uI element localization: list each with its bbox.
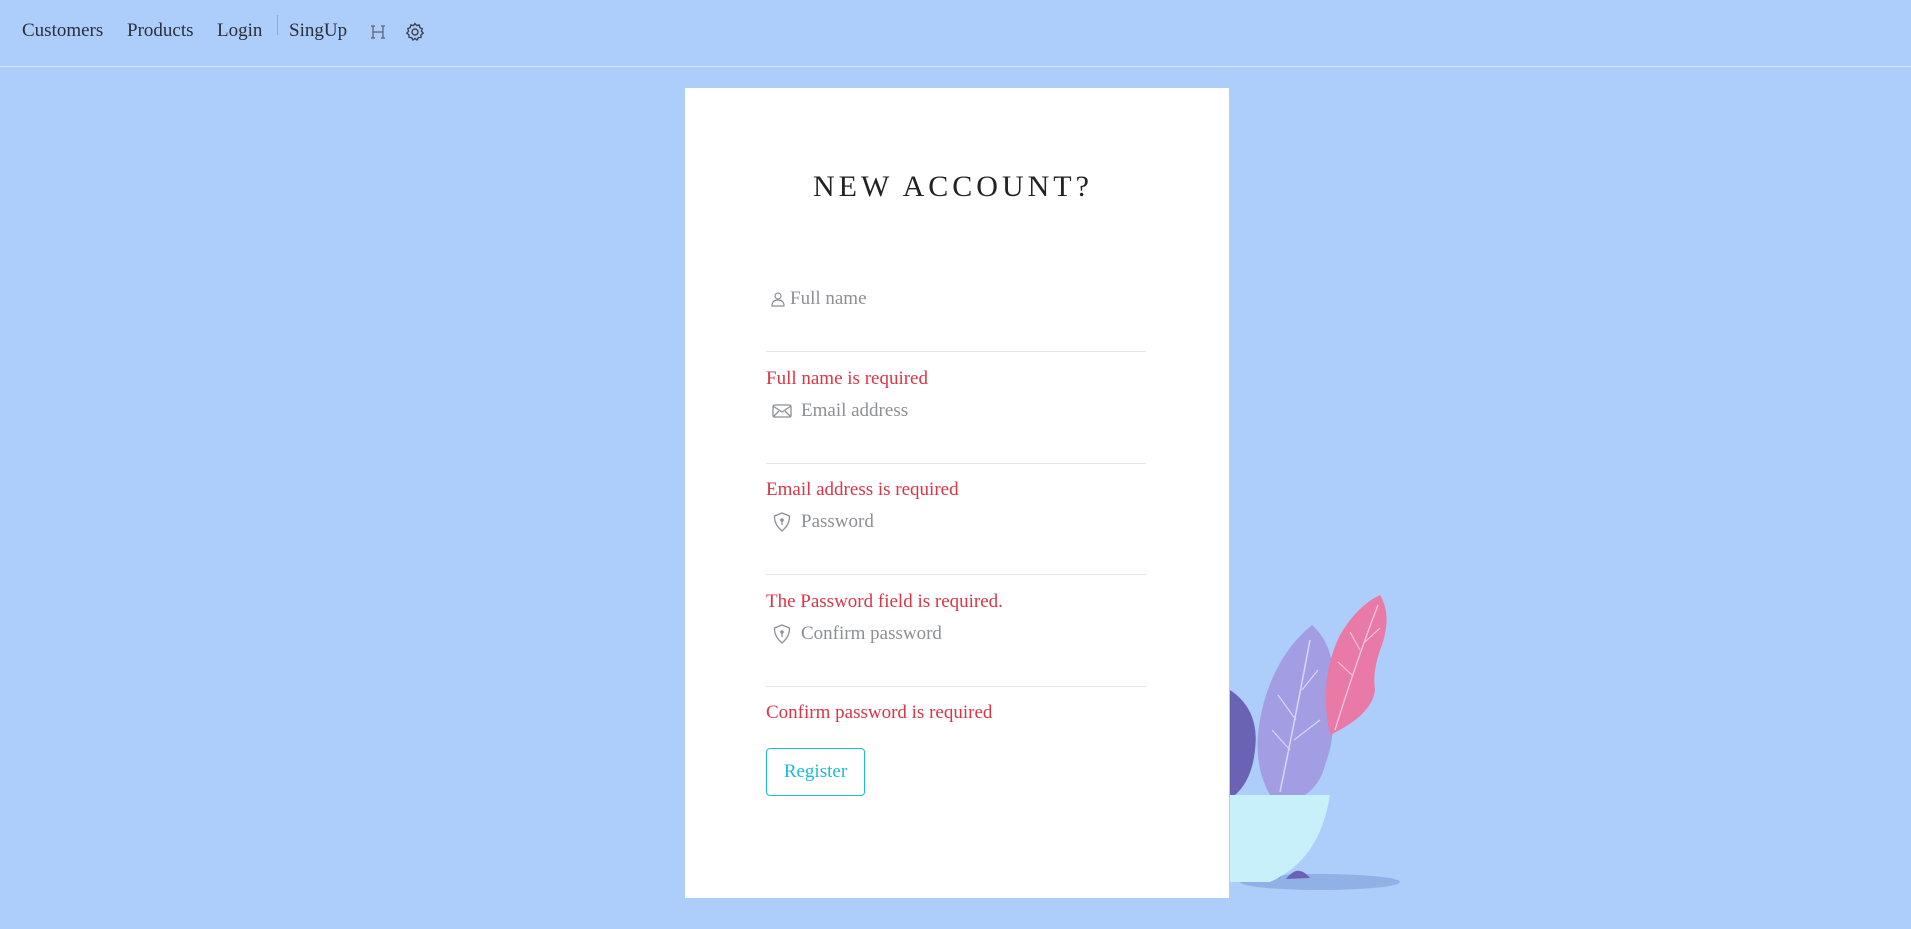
nav-link-signup[interactable]: SingUp (289, 20, 347, 42)
full-name-field (766, 286, 1146, 312)
heading-icon[interactable] (367, 20, 389, 44)
gear-icon[interactable] (404, 20, 426, 44)
envelope-icon (770, 399, 794, 423)
full-name-input[interactable] (790, 286, 1140, 312)
nav-divider (277, 15, 278, 35)
email-underline (766, 463, 1146, 464)
confirm-password-underline (766, 686, 1146, 687)
password-underline (766, 574, 1146, 575)
shield-lock-icon (770, 622, 794, 646)
password-field (766, 509, 1151, 535)
email-error: Email address is required (766, 479, 959, 500)
user-icon (766, 287, 790, 311)
register-button[interactable]: Register (766, 748, 865, 796)
nav-link-customers[interactable]: Customers (22, 20, 103, 42)
confirm-password-input[interactable] (801, 621, 1151, 647)
email-input[interactable] (801, 398, 1151, 424)
full-name-error: Full name is required (766, 368, 928, 389)
shield-lock-icon (770, 510, 794, 534)
confirm-password-error: Confirm password is required (766, 702, 993, 723)
email-field (766, 398, 1151, 424)
top-navbar: Customers Products Login SingUp (0, 0, 1911, 67)
confirm-password-field (766, 621, 1151, 647)
full-name-underline (766, 351, 1146, 352)
page-title: NEW ACCOUNT? (813, 170, 1093, 203)
nav-link-products[interactable]: Products (127, 20, 194, 42)
nav-link-login[interactable]: Login (217, 20, 262, 42)
password-error: The Password field is required. (766, 591, 1003, 612)
password-input[interactable] (801, 509, 1151, 535)
